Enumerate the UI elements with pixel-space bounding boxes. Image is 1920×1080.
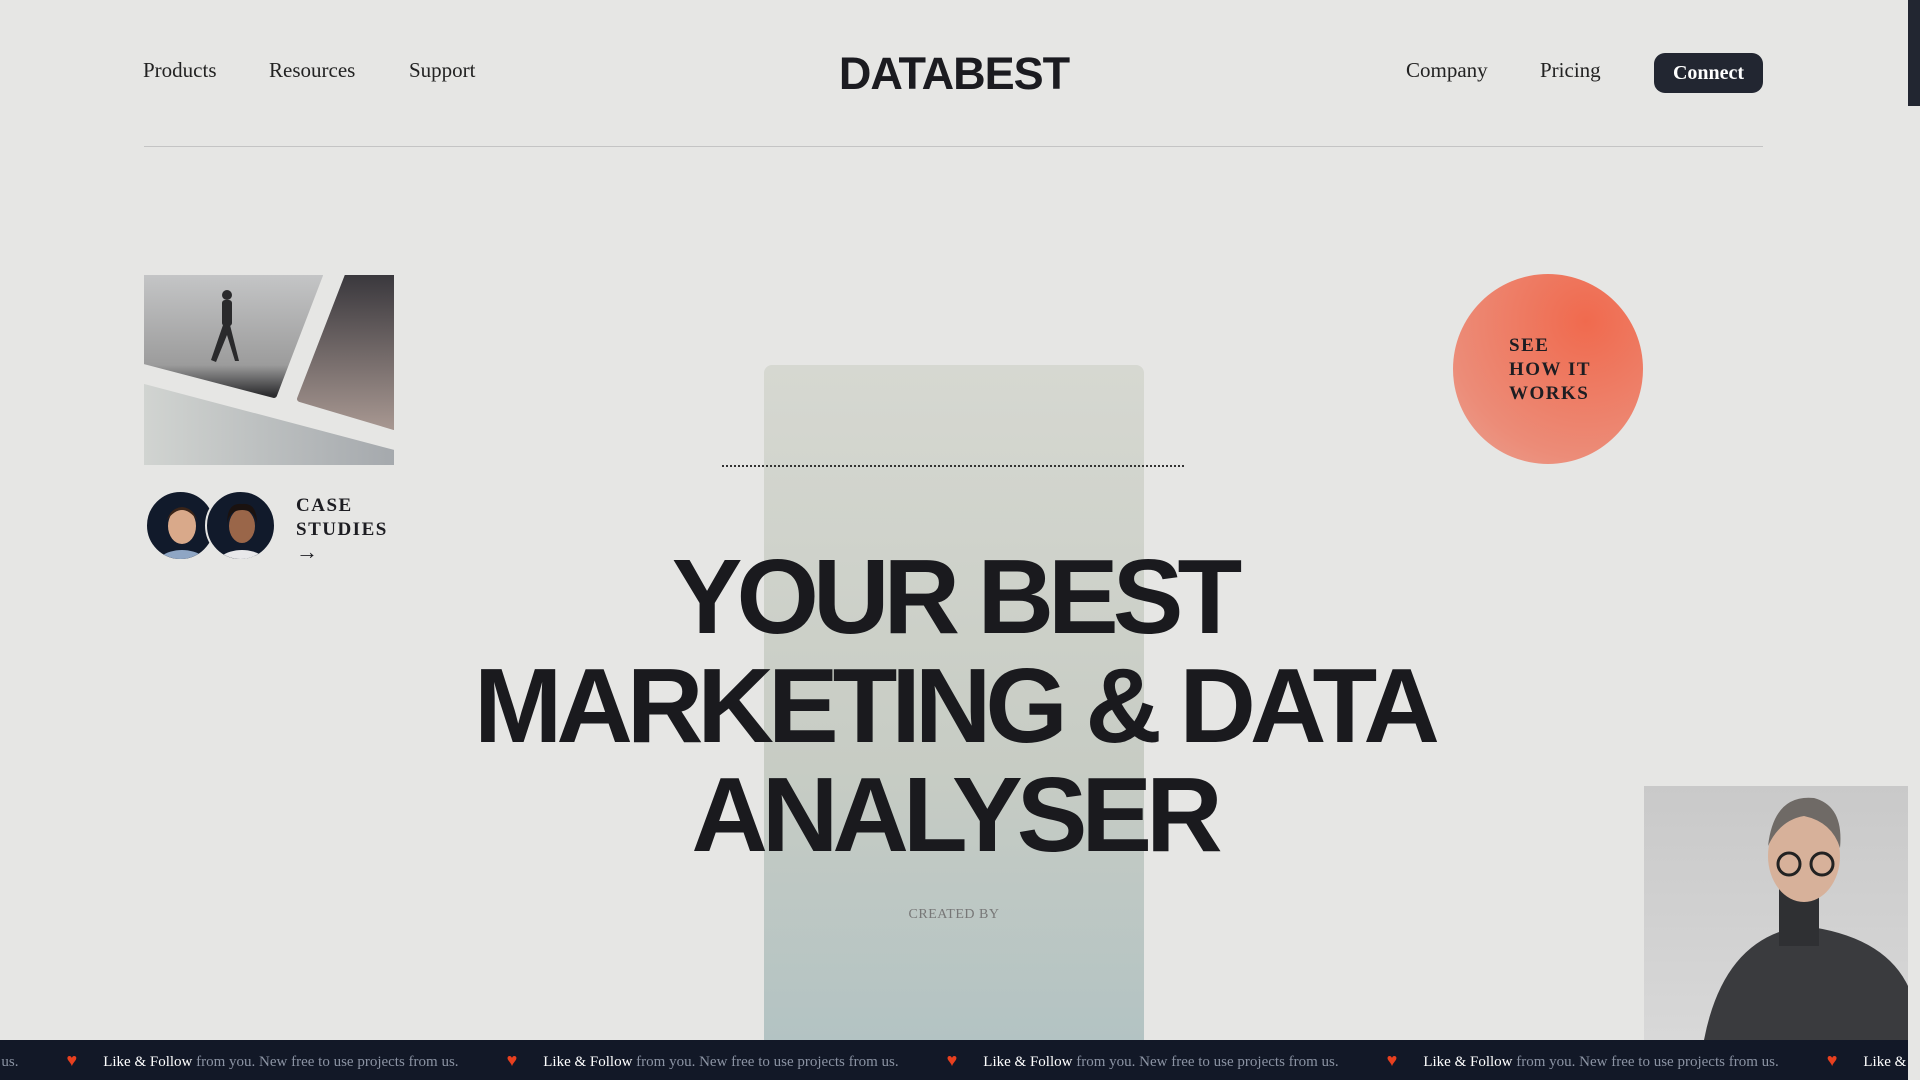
logo[interactable]: DATABEST	[0, 48, 1908, 100]
heart-icon: ♥	[1826, 1050, 1838, 1070]
nav-pricing[interactable]: Pricing	[1540, 58, 1601, 83]
cta-line-3: WORKS	[1509, 383, 1590, 404]
cta-line-2: HOW IT	[1509, 359, 1592, 380]
hero-headline: YOUR BEST MARKETING & DATA ANALYSER	[0, 543, 1908, 870]
header-divider	[144, 146, 1763, 147]
dotted-divider	[722, 465, 1184, 467]
see-how-it-works-label[interactable]: SEE HOW IT WORKS	[1509, 334, 1591, 406]
headline-line-1: YOUR BEST	[671, 538, 1242, 656]
heart-icon: ♥	[506, 1050, 518, 1070]
ticker-item: ♥Like & Follow from you. New free to use…	[506, 1050, 899, 1070]
creator-photo	[1644, 786, 1908, 1040]
ticker-bar: m us. ♥Like & Follow from you. New free …	[0, 1040, 1908, 1080]
scrollbar-track[interactable]	[1908, 0, 1920, 1080]
scrollbar-thumb[interactable]	[1908, 0, 1920, 106]
ticker-lead: m us.	[0, 1054, 19, 1070]
case-studies-line-1: CASE	[296, 495, 353, 516]
headline-line-2: MARKETING & DATA	[474, 647, 1440, 765]
cta-line-1: SEE	[1509, 335, 1550, 356]
ticker-item: ♥Like & Follow from you. New free to use…	[1826, 1050, 1908, 1070]
created-by-label: CREATED BY	[908, 907, 1000, 922]
nav-company[interactable]: Company	[1406, 58, 1488, 83]
ticker-item: ♥Like & Follow from you. New free to use…	[66, 1050, 459, 1070]
heart-icon: ♥	[66, 1050, 78, 1070]
connect-button[interactable]: Connect	[1654, 53, 1763, 93]
case-study-image[interactable]	[144, 275, 394, 465]
heart-icon: ♥	[1386, 1050, 1398, 1070]
ticker-item: ♥Like & Follow from you. New free to use…	[1386, 1050, 1779, 1070]
heart-icon: ♥	[946, 1050, 958, 1070]
headline-line-3: ANALYSER	[691, 756, 1222, 874]
ticker-item: ♥Like & Follow from you. New free to use…	[946, 1050, 1339, 1070]
